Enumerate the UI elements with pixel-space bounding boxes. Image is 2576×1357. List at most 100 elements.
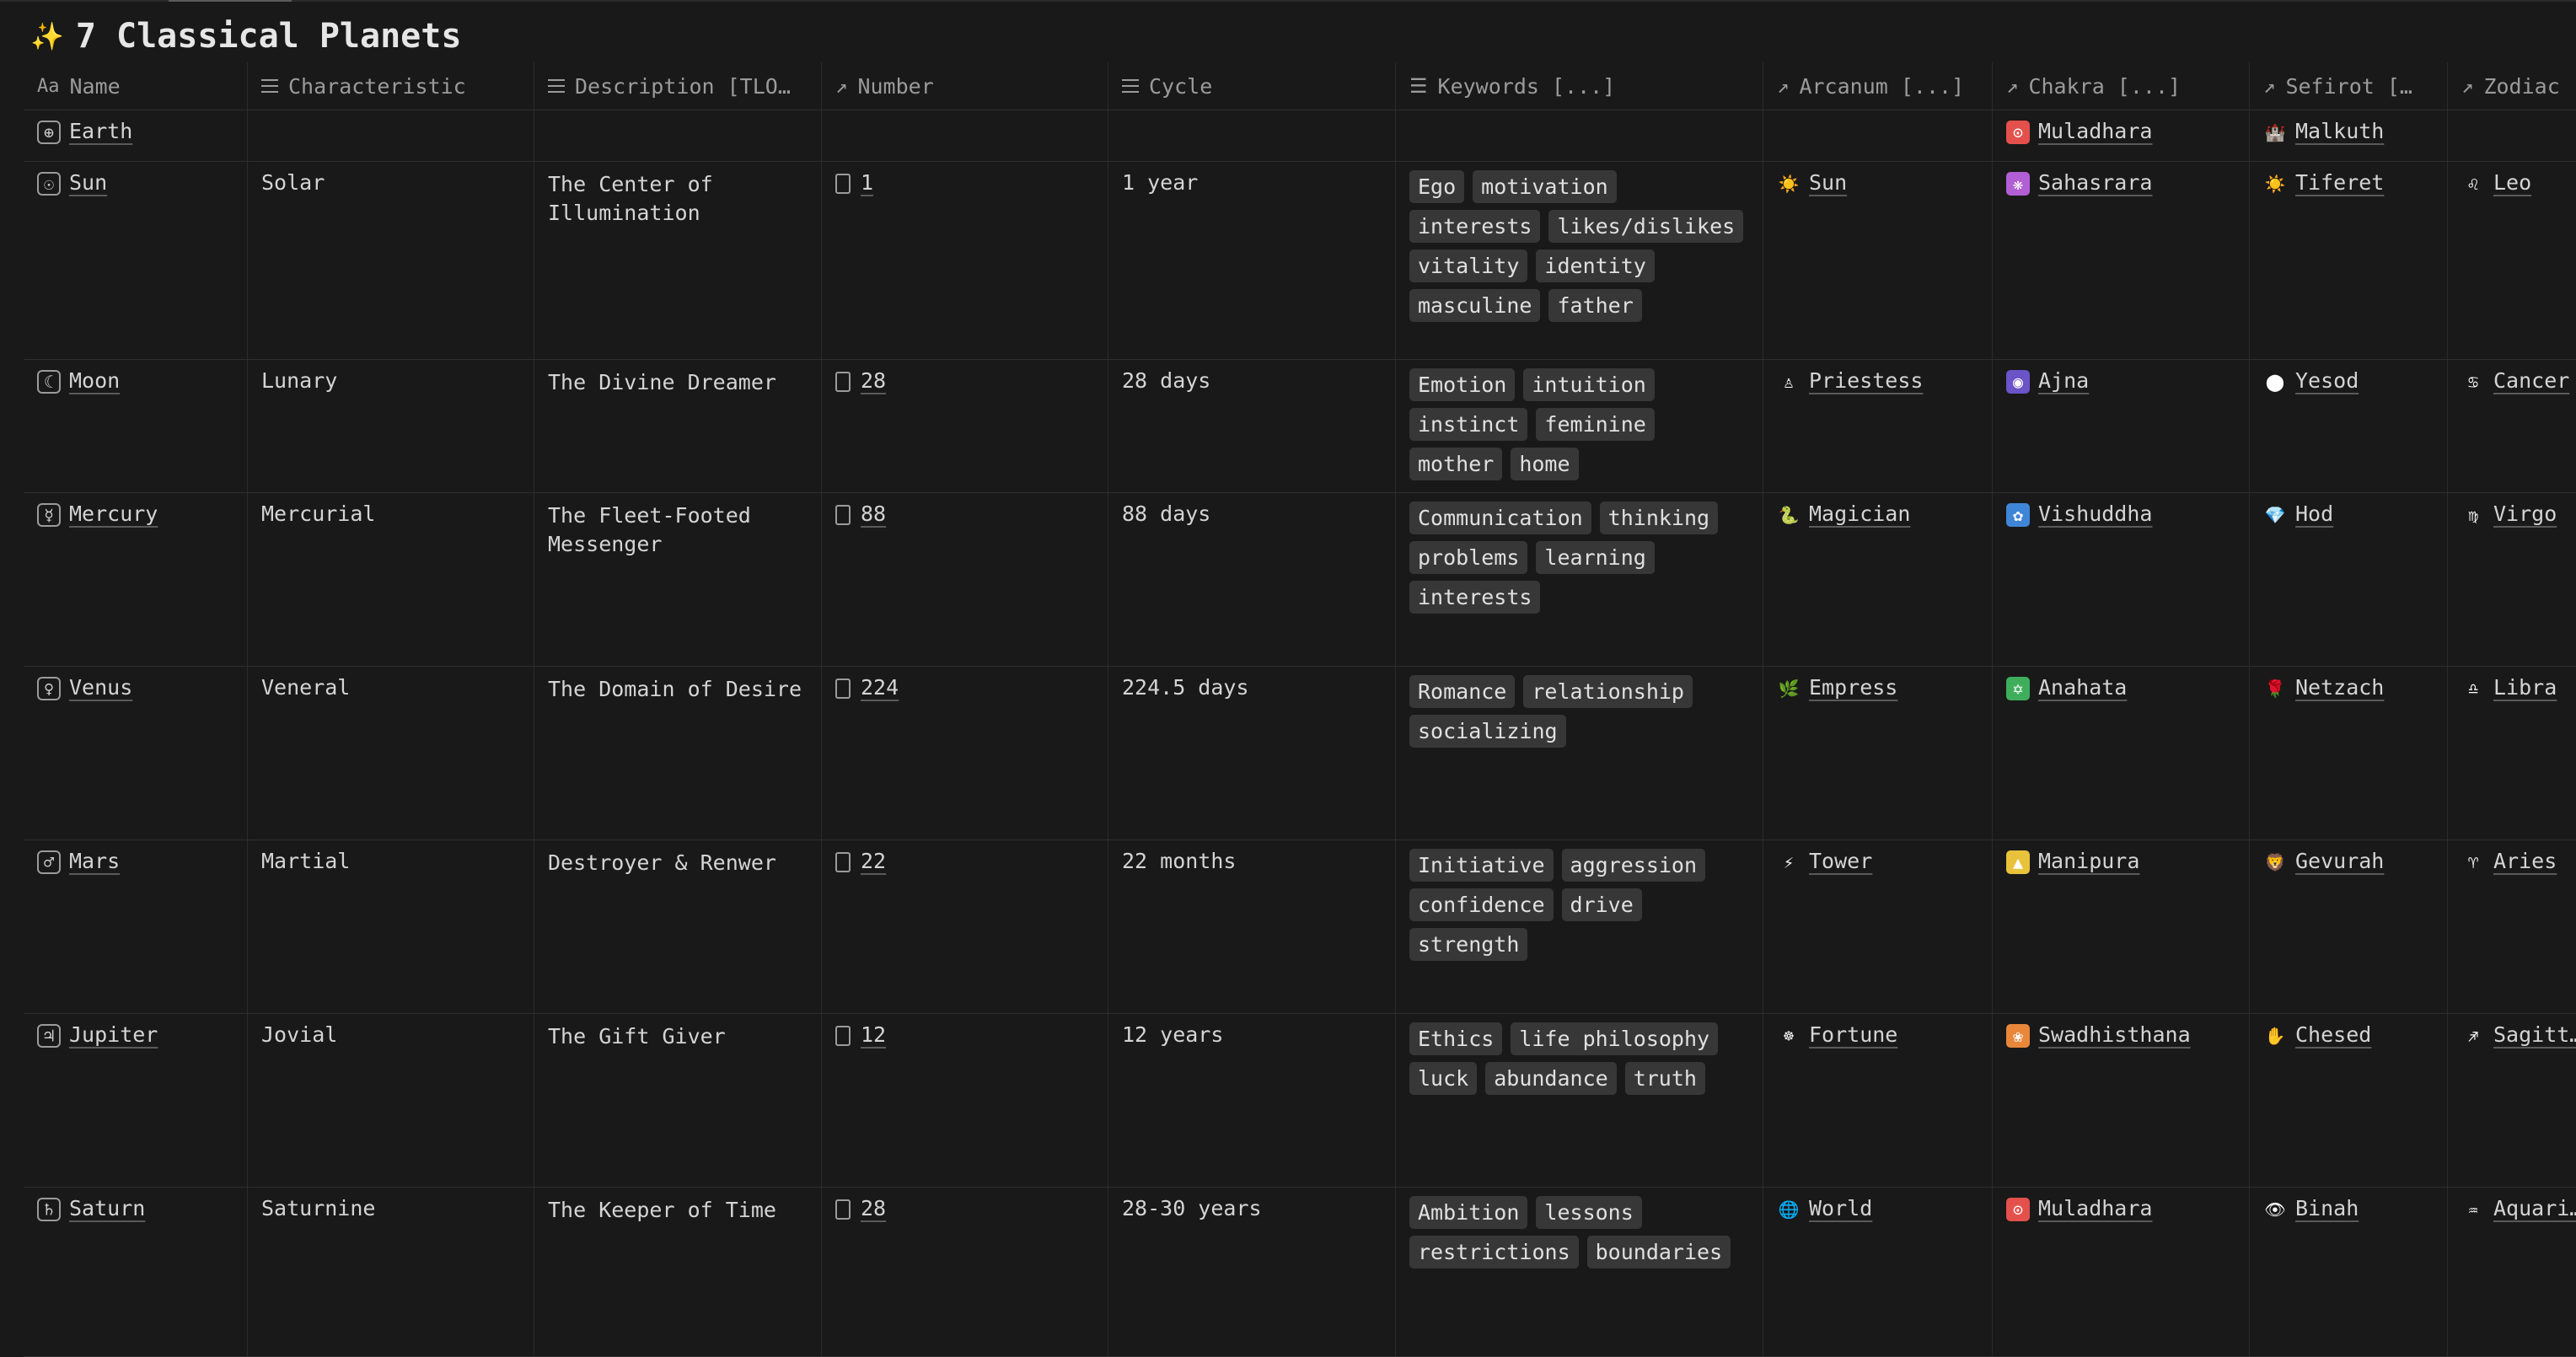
keyword-tag[interactable]: luck [1409, 1062, 1478, 1095]
arcanum[interactable] [1763, 110, 1993, 161]
column-header-0[interactable]: Aa Name [24, 62, 248, 110]
sefirot-link[interactable]: 👁 Binah [2263, 1196, 2434, 1221]
keyword-tag[interactable]: Communication [1409, 502, 1591, 534]
sefirot-label[interactable]: Yesod [2295, 368, 2359, 393]
sefirot[interactable]: 🌹 Netzach [2250, 667, 2448, 839]
cell-characteristic[interactable]: Lunary [248, 360, 534, 492]
sefirot-link[interactable]: ☀️ Tiferet [2263, 170, 2434, 196]
cell-characteristic[interactable] [248, 110, 534, 161]
sefirot[interactable]: ⬤ Yesod [2250, 360, 2448, 492]
chakra-label[interactable]: Manipura [2038, 849, 2139, 873]
zodiac[interactable]: ♌ Leo [2448, 162, 2576, 359]
cell-cycle[interactable]: 88 days [1108, 493, 1396, 666]
chakra[interactable]: ⊙ Muladhara [1993, 110, 2250, 161]
zodiac[interactable] [2448, 110, 2576, 161]
cell-description[interactable]: The Keeper of Time [534, 1188, 822, 1356]
cell-number[interactable]: 12 [822, 1014, 1108, 1187]
cell-number[interactable]: 28 [822, 360, 1108, 492]
number-relation[interactable]: 224 [835, 675, 1094, 700]
keyword-tag[interactable]: learning [1536, 541, 1655, 574]
cell-characteristic[interactable]: Mercurial [248, 493, 534, 666]
cell-description[interactable]: Destroyer & Renwer [534, 840, 822, 1013]
column-header-7[interactable]: ↗ Chakra [...] [1993, 62, 2250, 110]
arcanum-link[interactable]: ☸ Fortune [1777, 1022, 1978, 1048]
keyword-tag[interactable]: Ambition [1409, 1196, 1528, 1229]
chakra-link[interactable]: ◉ Ajna [2006, 368, 2235, 394]
keyword-tag[interactable]: drive [1561, 888, 1642, 921]
chakra-label[interactable]: Sahasrara [2038, 170, 2152, 195]
cell-number[interactable]: 88 [822, 493, 1108, 666]
zodiac-link[interactable]: ♋ Cancer [2461, 368, 2569, 394]
number-relation[interactable]: 28 [835, 1196, 1094, 1220]
keyword-tag[interactable]: Emotion [1409, 368, 1516, 401]
sefirot-link[interactable]: ✋ Chesed [2263, 1022, 2434, 1048]
cell-keywords[interactable] [1396, 110, 1763, 161]
column-header-2[interactable]: Description [TLO… [534, 62, 822, 110]
cell-number[interactable]: 224 [822, 667, 1108, 839]
cell-number[interactable] [822, 110, 1108, 161]
sefirot-link[interactable]: 🌹 Netzach [2263, 675, 2434, 700]
number-value[interactable]: 88 [861, 502, 886, 526]
zodiac-label[interactable]: Leo [2493, 170, 2531, 195]
chakra-link[interactable]: ✡ Anahata [2006, 675, 2235, 700]
cell-name[interactable]: ♂ Mars [24, 840, 248, 1013]
arcanum[interactable]: 🌿 Empress [1763, 667, 1993, 839]
chakra[interactable]: ✿ Vishuddha [1993, 493, 2250, 666]
chakra-link[interactable]: ▲ Manipura [2006, 849, 2235, 874]
keyword-tag[interactable]: socializing [1409, 715, 1566, 748]
number-value[interactable]: 28 [861, 368, 886, 393]
arcanum-label[interactable]: World [1809, 1196, 1872, 1220]
number-value[interactable]: 224 [861, 675, 899, 700]
cell-keywords[interactable]: Ambition lessons restrictions boundaries [1396, 1188, 1763, 1356]
zodiac-link[interactable]: ♎ Libra [2461, 675, 2563, 700]
arcanum-link[interactable]: 🐍 Magician [1777, 502, 1978, 527]
column-header-4[interactable]: Cycle [1108, 62, 1396, 110]
chakra[interactable]: ⊙ Muladhara [1993, 1188, 2250, 1356]
cell-description[interactable]: The Center of Illumination [534, 162, 822, 359]
arcanum[interactable]: ☀️ Sun [1763, 162, 1993, 359]
cell-name[interactable]: ☾ Moon [24, 360, 248, 492]
zodiac[interactable]: ♒ Aquari… [2448, 1188, 2576, 1356]
chakra-label[interactable]: Ajna [2038, 368, 2089, 393]
column-header-1[interactable]: Characteristic [248, 62, 534, 110]
cell-description[interactable]: The Domain of Desire [534, 667, 822, 839]
keyword-tag[interactable]: abundance [1485, 1062, 1617, 1095]
cell-characteristic[interactable]: Jovial [248, 1014, 534, 1187]
keyword-tag[interactable]: Ethics [1409, 1022, 1503, 1055]
cell-characteristic[interactable]: Saturnine [248, 1188, 534, 1356]
keyword-tag[interactable]: feminine [1536, 408, 1655, 441]
keyword-tag[interactable]: lessons [1536, 1196, 1642, 1229]
cell-description[interactable]: The Divine Dreamer [534, 360, 822, 492]
cell-cycle[interactable]: 1 year [1108, 162, 1396, 359]
zodiac-link[interactable]: ♌ Leo [2461, 170, 2563, 196]
cell-name[interactable]: ⊕ Earth [24, 110, 248, 161]
keyword-tag[interactable]: intuition [1523, 368, 1655, 401]
cell-keywords[interactable]: Ethics life philosophy luck abundance truth [1396, 1014, 1763, 1187]
sefirot[interactable]: ✋ Chesed [2250, 1014, 2448, 1187]
cell-description[interactable] [534, 110, 822, 161]
keyword-tag[interactable]: interests [1409, 581, 1541, 614]
planet-name[interactable]: Venus [69, 675, 132, 700]
keyword-tag[interactable]: masculine [1409, 289, 1541, 322]
arcanum-link[interactable]: 🌿 Empress [1777, 675, 1978, 700]
chakra-link[interactable]: ❋ Sahasrara [2006, 170, 2235, 196]
sefirot-label[interactable]: Chesed [2295, 1022, 2371, 1047]
chakra[interactable]: ▲ Manipura [1993, 840, 2250, 1013]
arcanum[interactable]: ⚡ Tower [1763, 840, 1993, 1013]
chakra-link[interactable]: ⊙ Muladhara [2006, 119, 2235, 144]
arcanum-label[interactable]: Tower [1809, 849, 1872, 873]
sefirot-label[interactable]: Malkuth [2295, 119, 2384, 143]
chakra-link[interactable]: ⊙ Muladhara [2006, 1196, 2235, 1221]
column-header-5[interactable]: ☰ Keywords [...] [1396, 62, 1763, 110]
arcanum[interactable]: 🌐 World [1763, 1188, 1993, 1356]
column-header-6[interactable]: ↗ Arcanum [...] [1763, 62, 1993, 110]
keyword-tag[interactable]: life philosophy [1511, 1022, 1719, 1055]
planet-name[interactable]: Sun [69, 170, 107, 195]
keyword-tag[interactable]: restrictions [1409, 1236, 1579, 1268]
zodiac[interactable]: ♋ Cancer [2448, 360, 2576, 492]
keyword-tag[interactable]: father [1548, 289, 1642, 322]
cell-number[interactable]: 28 [822, 1188, 1108, 1356]
cell-characteristic[interactable]: Martial [248, 840, 534, 1013]
column-header-9[interactable]: ↗ Zodiac [2448, 62, 2576, 110]
number-relation[interactable]: 88 [835, 502, 1094, 526]
